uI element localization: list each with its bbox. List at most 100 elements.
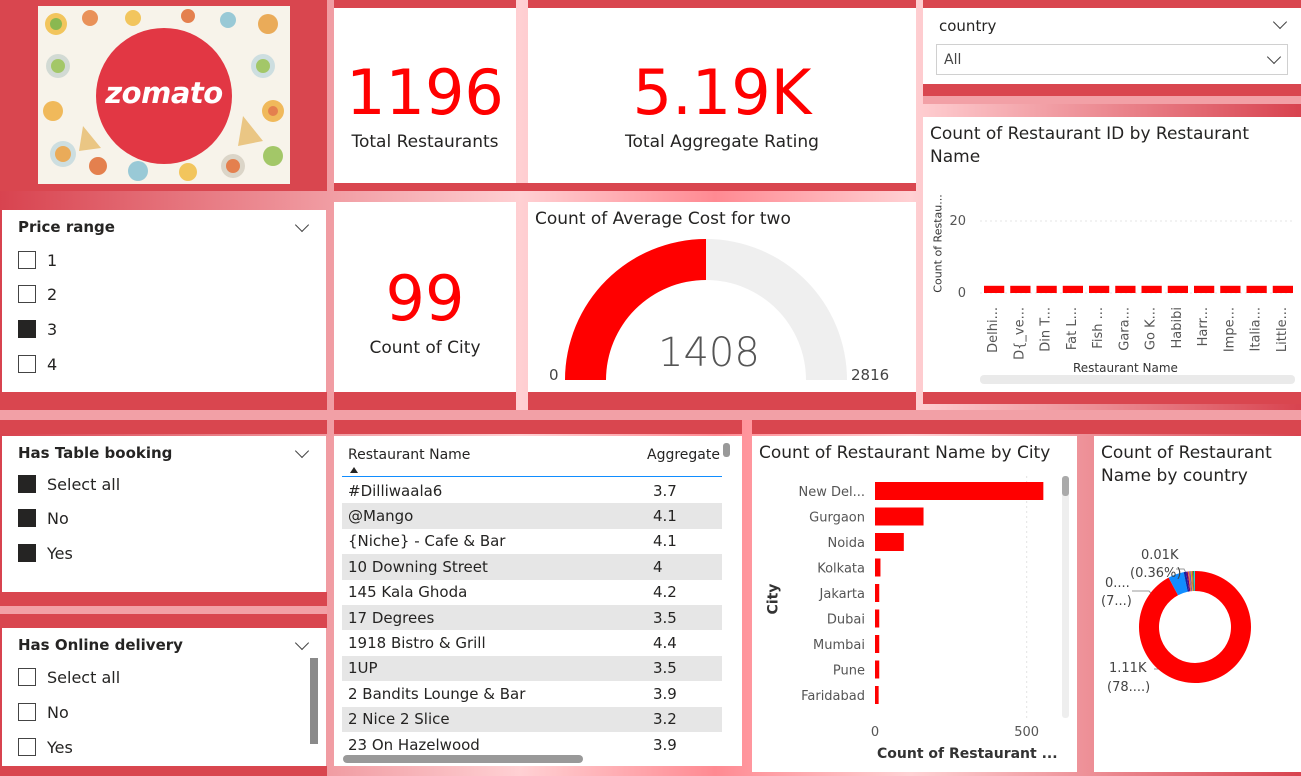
bar[interactable] <box>1062 285 1083 293</box>
online-delivery-select-all[interactable]: Select all <box>18 665 120 689</box>
bar[interactable] <box>875 558 881 577</box>
table-row[interactable]: 2 Bandits Lounge & Bar 3.9 <box>342 681 722 706</box>
bar[interactable] <box>1010 285 1031 293</box>
price-option-1[interactable]: 1 <box>18 248 57 272</box>
price-option-3[interactable]: 3 <box>18 317 57 341</box>
country-dropdown-value: All <box>944 52 962 68</box>
restaurant-id-x-axis-title: Restaurant Name <box>1073 361 1178 375</box>
cell-aggregate: 4.1 <box>647 503 722 529</box>
scrollbar[interactable] <box>310 658 318 744</box>
bar[interactable] <box>875 686 879 704</box>
donut-label-small-pct: (0.36%) <box>1130 566 1182 581</box>
table-row[interactable]: 1918 Bistro & Grill 4.4 <box>342 630 722 655</box>
count-city-value: 99 <box>385 262 465 335</box>
online-delivery-yes[interactable]: Yes <box>18 735 73 759</box>
donut-label-second-pct: (7...) <box>1101 594 1132 609</box>
checkbox[interactable] <box>18 355 36 373</box>
cell-restaurant-name: 1UP <box>342 655 647 682</box>
logo-card: zomato <box>38 6 290 184</box>
table-row[interactable]: {Niche} - Cafe & Bar 4.1 <box>342 529 722 554</box>
band-under-country <box>923 84 1301 96</box>
checkbox[interactable] <box>18 668 36 686</box>
bar[interactable] <box>1141 285 1162 293</box>
bar[interactable] <box>1115 285 1136 293</box>
gauge-value: 1408 <box>658 330 760 376</box>
bar[interactable] <box>875 584 880 602</box>
price-option-2[interactable]: 2 <box>18 282 57 306</box>
checkbox-checked[interactable] <box>18 320 36 338</box>
bar[interactable] <box>875 507 924 526</box>
cell-aggregate: 3.9 <box>653 684 677 703</box>
horizontal-scrollbar[interactable] <box>343 755 583 763</box>
city-bar-chart: New Del... Gurgaon Noida Kolkata Jakarta Duba… <box>798 476 1044 740</box>
count-city-label: Count of City <box>369 338 481 358</box>
table-booking-no[interactable]: No <box>18 506 69 530</box>
table-row[interactable]: 17 Degrees 3.5 <box>342 604 722 631</box>
bar[interactable] <box>1167 285 1188 293</box>
bar[interactable] <box>1220 285 1241 293</box>
band-mid-left <box>0 392 327 410</box>
x-tick-label: Go K... <box>1144 307 1159 350</box>
bar[interactable] <box>875 533 904 551</box>
vertical-scrollbar-thumb[interactable] <box>1062 476 1069 496</box>
vertical-scrollbar[interactable] <box>723 443 730 457</box>
cell-aggregate: 3.7 <box>653 481 677 500</box>
checkbox[interactable] <box>18 703 36 721</box>
gauge-min: 0 <box>549 366 559 384</box>
checkbox-checked[interactable] <box>18 475 36 493</box>
country-dropdown[interactable]: All <box>936 44 1288 75</box>
checkbox-checked[interactable] <box>18 509 36 527</box>
checkbox-checked[interactable] <box>18 544 36 562</box>
chevron-down-icon[interactable] <box>1272 14 1288 30</box>
band-between-slicers-light <box>0 606 327 614</box>
table-row[interactable]: 1UP 3.5 <box>342 655 722 682</box>
bar[interactable] <box>1246 285 1267 293</box>
table-row[interactable]: 23 On Hazelwood 3.9 <box>342 732 722 757</box>
chevron-down-icon[interactable] <box>294 443 310 459</box>
column-header-restaurant-name[interactable]: Restaurant Name <box>348 447 470 473</box>
checkbox[interactable] <box>18 285 36 303</box>
chevron-down-icon[interactable] <box>294 217 310 233</box>
table-booking-select-all[interactable]: Select all <box>18 472 120 496</box>
column-header-aggregate[interactable]: Aggregate <box>647 447 720 463</box>
table-row[interactable]: 10 Downing Street 4 <box>342 554 722 580</box>
bar[interactable] <box>875 660 880 679</box>
zomato-logo-text: zomato <box>105 76 223 110</box>
checkbox[interactable] <box>18 738 36 756</box>
cell-restaurant-name: @Mango <box>342 503 647 529</box>
table-row[interactable]: 2 Nice 2 Slice 3.2 <box>342 706 722 732</box>
bar[interactable] <box>875 482 1044 500</box>
table-row[interactable]: @Mango 4.1 <box>342 503 722 529</box>
bar[interactable] <box>1194 285 1215 293</box>
bar[interactable] <box>1036 285 1057 293</box>
total-rating-label: Total Aggregate Rating <box>625 132 819 152</box>
x-tick-label: Delhi... <box>986 307 1001 353</box>
chevron-down-icon[interactable] <box>294 635 310 651</box>
vertical-scrollbar[interactable] <box>1062 476 1069 718</box>
y-tick-label: 20 <box>949 214 966 229</box>
bar[interactable] <box>1272 285 1293 293</box>
y-tick-label: Gurgaon <box>809 511 865 526</box>
checkbox[interactable] <box>18 251 36 269</box>
bar[interactable] <box>1089 285 1110 293</box>
table-row[interactable]: 145 Kala Ghoda 4.2 <box>342 580 722 605</box>
restaurant-table: #Dilliwaala6 3.7 @Mango 4.1 {Niche} - Cafe &… <box>342 478 722 757</box>
price-range-slicer: Price range 1 2 3 4 <box>2 210 326 392</box>
y-tick-label: Dubai <box>827 613 865 628</box>
city-x-axis-title: Count of Restaurant ... <box>877 746 1058 762</box>
horizontal-scrollbar[interactable] <box>980 375 1295 384</box>
bar[interactable] <box>875 635 880 653</box>
y-tick-label: Noida <box>827 536 865 551</box>
x-tick-label: D{_ve... <box>1012 307 1027 360</box>
online-delivery-no[interactable]: No <box>18 700 69 724</box>
bar[interactable] <box>984 285 1005 293</box>
cell-aggregate: 3.5 <box>647 655 722 682</box>
bar[interactable] <box>875 609 880 628</box>
table-row[interactable]: #Dilliwaala6 3.7 <box>342 478 722 503</box>
price-option-4[interactable]: 4 <box>18 352 57 376</box>
left-column-band-2 <box>290 0 327 190</box>
y-tick-label: Kolkata <box>817 562 865 577</box>
table-booking-slicer: Has Table booking Select all No Yes <box>2 436 326 592</box>
x-tick-label: Fat L... <box>1065 307 1080 350</box>
table-booking-yes[interactable]: Yes <box>18 541 73 565</box>
